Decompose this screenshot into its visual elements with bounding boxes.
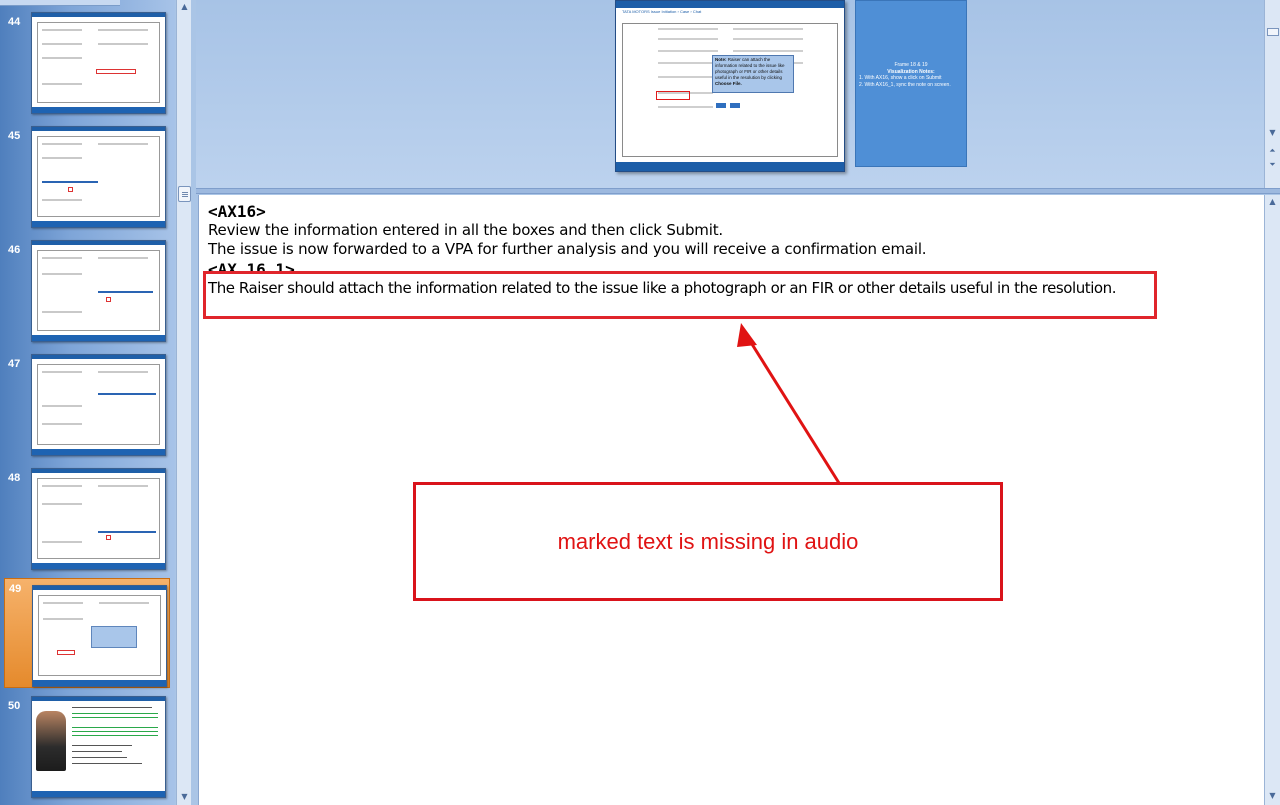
slides-tab[interactable] (0, 0, 120, 6)
notes-pane[interactable]: <AX16> Review the information entered in… (198, 195, 1264, 805)
notes-line: Review the information entered in all th… (208, 221, 723, 239)
scroll-down-icon[interactable]: ▼ (179, 792, 190, 802)
scroll-thumb[interactable] (178, 186, 191, 202)
slide-thumbnail-image (31, 126, 166, 228)
submit-button (716, 103, 726, 108)
slide-thumbnail-47[interactable]: 47 (0, 354, 175, 464)
scroll-up-icon[interactable]: ▲ (179, 2, 190, 12)
annotation-arrow (737, 323, 841, 484)
scroll-down-icon[interactable]: ▼ (1267, 128, 1278, 138)
notes-line: The issue is now forwarded to a VPA for … (208, 240, 927, 258)
notes-scrollbar[interactable]: ▲ ▼ (1264, 195, 1280, 805)
annotation-text: marked text is missing in audio (557, 528, 859, 554)
slide-note-callout: Note: Raiser can attach the information … (712, 55, 794, 93)
slide-number: 49 (9, 583, 22, 595)
powerpoint-window: 44 45 46 47 48 49 50 ▲ ▼ TATA MOTORS Iss… (0, 0, 1280, 805)
slide-thumbnail-image (31, 12, 166, 114)
slide-thumbnail-image (32, 585, 167, 687)
slide-thumbnail-49[interactable]: 49 (4, 578, 170, 688)
thumbnail-scrollbar[interactable]: ▲ ▼ (176, 0, 191, 805)
slide-thumbnail-image (31, 468, 166, 570)
next-slide-icon[interactable]: ⏷ (1267, 160, 1278, 170)
slide-thumbnail-48[interactable]: 48 (0, 468, 175, 578)
slide-thumbnail-image (31, 354, 166, 456)
choose-file-highlight (656, 91, 690, 100)
slide-thumbnail-50[interactable]: 50 (0, 696, 175, 805)
slide-scrollbar[interactable]: ▼ ⏶ ⏷ (1264, 0, 1280, 188)
visualization-note-item: 1. With AX16, show a click on Submit (859, 75, 942, 81)
slide-number: 45 (8, 130, 21, 142)
notes-tag-ax16: <AX16> (208, 202, 266, 221)
slide-canvas[interactable]: TATA MOTORS Issue Initiation › Case › Ch… (615, 0, 845, 172)
slide-editing-area[interactable]: TATA MOTORS Issue Initiation › Case › Ch… (196, 0, 1264, 188)
slide-number: 46 (8, 244, 21, 256)
missing-audio-highlight (203, 271, 1157, 319)
visualization-note-item: 2. With AX16_1, sync the note on screen. (859, 82, 951, 88)
slide-thumbnail-45[interactable]: 45 (0, 126, 175, 236)
slide-number: 47 (8, 358, 21, 370)
scroll-up-icon[interactable]: ▲ (1267, 197, 1278, 207)
slide-thumbnail-46[interactable]: 46 (0, 240, 175, 350)
slide-number: 50 (8, 700, 21, 712)
annotation-callout: marked text is missing in audio (413, 482, 1003, 601)
slide-number: 48 (8, 472, 21, 484)
pane-splitter[interactable] (196, 188, 1280, 194)
scroll-down-icon[interactable]: ▼ (1267, 791, 1278, 801)
avatar (36, 711, 66, 771)
slide-thumbnail-panel: 44 45 46 47 48 49 50 (0, 0, 175, 805)
scroll-thumb[interactable] (1267, 28, 1279, 36)
slide-thumbnail-image (31, 240, 166, 342)
previous-slide-icon[interactable]: ⏶ (1267, 146, 1278, 156)
slide-thumbnail-44[interactable]: 44 (0, 12, 175, 122)
visualization-notes-box[interactable]: Frame 18 & 19 Visualization Notes: 1. Wi… (855, 0, 967, 167)
slide-thumbnail-image (31, 696, 166, 798)
slide-number: 44 (8, 16, 21, 28)
cancel-button (730, 103, 740, 108)
slide-header: TATA MOTORS Issue Initiation › Case › Ch… (622, 9, 702, 14)
frame-label: Frame 18 & 19 (894, 62, 928, 68)
